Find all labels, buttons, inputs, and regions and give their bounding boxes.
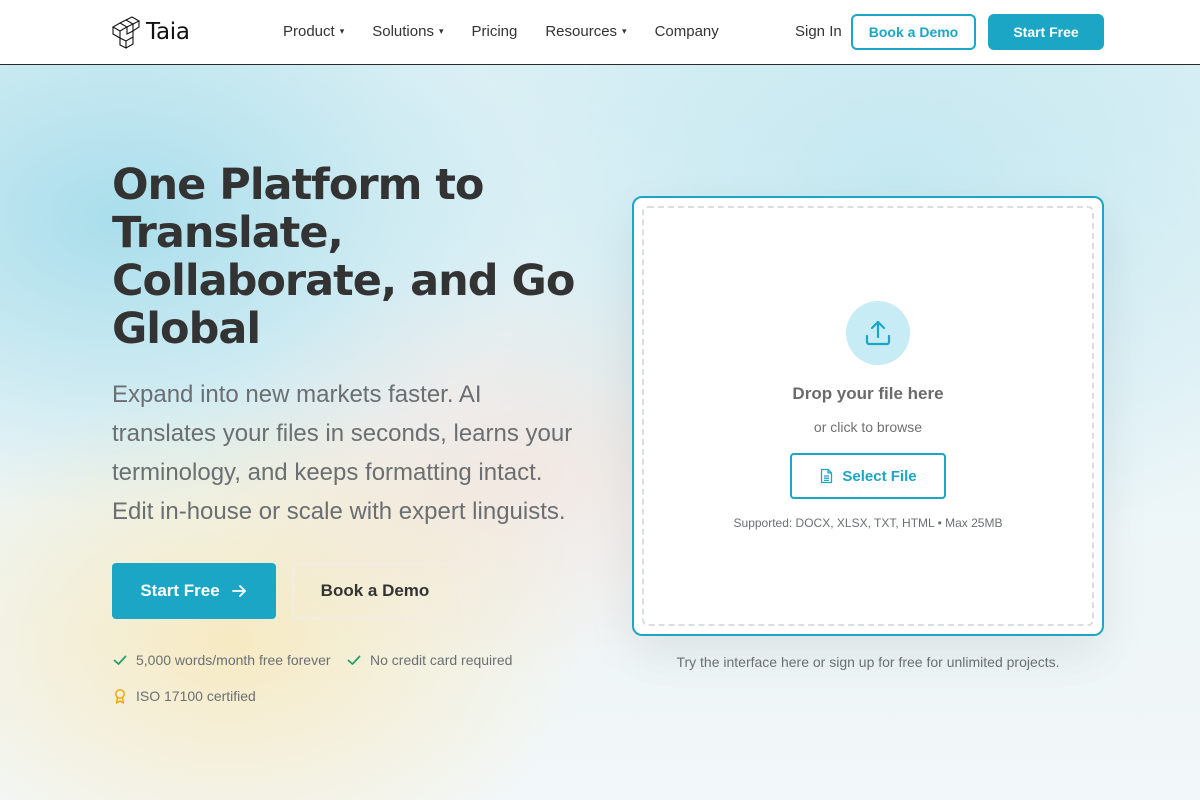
nav-item-label: Solutions bbox=[372, 23, 434, 40]
brand-name: Taia bbox=[146, 19, 190, 45]
dropzone-subtitle: or click to browse bbox=[813, 419, 923, 435]
start-free-button[interactable]: Start Free bbox=[988, 14, 1104, 50]
chevron-down-icon: ▾ bbox=[438, 26, 444, 36]
feature-free-words: 5,000 words/month free forever bbox=[112, 652, 331, 668]
nav-item-solutions[interactable]: Solutions ▾ bbox=[372, 23, 443, 40]
select-file-label: Select File bbox=[842, 467, 917, 485]
primary-nav: Product ▾ Solutions ▾ Pricing Resources … bbox=[283, 23, 747, 40]
dropzone-title: Drop your file here bbox=[792, 384, 944, 403]
hero-start-free-button[interactable]: Start Free bbox=[112, 563, 276, 619]
file-dropzone[interactable]: Drop your file here or click to browse S… bbox=[642, 206, 1094, 626]
award-icon bbox=[115, 689, 125, 704]
chevron-down-icon: ▾ bbox=[339, 26, 345, 36]
supported-formats: Supported: DOCX, XLSX, TXT, HTML • Max 2… bbox=[733, 516, 1003, 530]
feature-text: No credit card required bbox=[370, 652, 513, 668]
nav-item-pricing[interactable]: Pricing bbox=[471, 23, 517, 40]
nav-item-company[interactable]: Company bbox=[655, 23, 719, 40]
try-interface-note: Try the interface here or sign up for fr… bbox=[676, 654, 1060, 670]
feature-text: ISO 17100 certified bbox=[136, 688, 256, 704]
check-icon bbox=[113, 655, 127, 665]
hero-title: One Platform to Translate, Collaborate, … bbox=[112, 160, 575, 354]
select-file-button[interactable]: Select File bbox=[790, 453, 946, 499]
feature-iso-certified: ISO 17100 certified bbox=[112, 688, 256, 704]
feature-no-credit-card: No credit card required bbox=[346, 652, 512, 668]
cube-logo-icon bbox=[111, 16, 141, 49]
book-demo-button[interactable]: Book a Demo bbox=[851, 14, 976, 50]
nav-item-label: Resources bbox=[545, 23, 618, 40]
file-upload-card: Drop your file here or click to browse S… bbox=[632, 196, 1104, 636]
upload-icon-badge bbox=[846, 301, 910, 365]
nav-item-label: Product bbox=[283, 23, 335, 40]
hero-book-demo-button[interactable]: Book a Demo bbox=[292, 563, 458, 619]
arrow-right-icon bbox=[231, 585, 246, 597]
nav-item-label: Company bbox=[654, 23, 719, 40]
nav-item-resources[interactable]: Resources ▾ bbox=[545, 23, 626, 40]
nav-item-product[interactable]: Product ▾ bbox=[283, 23, 344, 40]
sign-in-link[interactable]: Sign In bbox=[795, 23, 842, 40]
hero-start-free-label: Start Free bbox=[140, 581, 220, 600]
chevron-down-icon: ▾ bbox=[622, 26, 627, 36]
check-icon bbox=[347, 655, 361, 665]
brand-logo[interactable]: Taia bbox=[111, 15, 190, 49]
feature-text: 5,000 words/month free forever bbox=[136, 652, 331, 668]
upload-icon bbox=[865, 320, 891, 346]
document-icon bbox=[821, 468, 833, 484]
top-navbar: Taia Product ▾ Solutions ▾ Pricing Resou… bbox=[0, 0, 1200, 65]
hero-subtitle: Expand into new markets faster. AI trans… bbox=[112, 381, 573, 525]
nav-item-label: Pricing bbox=[471, 23, 518, 40]
